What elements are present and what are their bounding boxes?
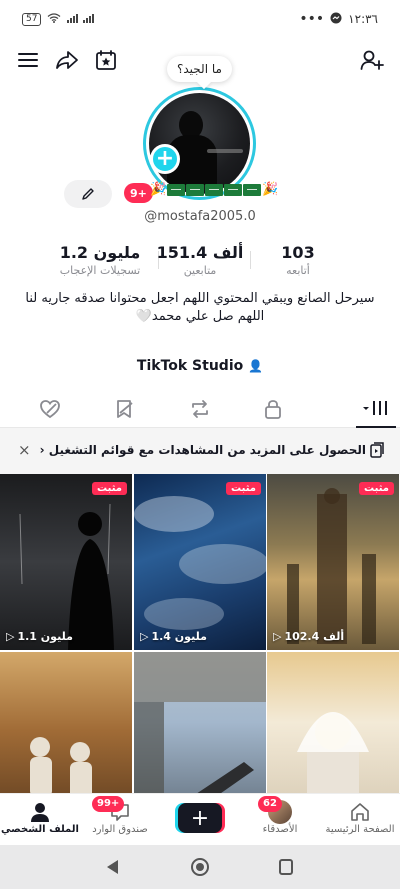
home-icon: [351, 803, 369, 821]
menu-icon[interactable]: [13, 45, 43, 75]
bottom-nav: الصفحة الرئيسية 62 الأصدقاء + 99+ صندوق …: [0, 793, 400, 845]
video-thumbnail[interactable]: مثبت ▷ 1.4 مليون: [134, 474, 266, 650]
view-count: ▷ 102.4 ألف: [273, 630, 345, 643]
flag-icon: [243, 183, 262, 196]
tab-reposts[interactable]: [180, 390, 220, 428]
wifi-icon: [47, 12, 61, 26]
pinned-badge: مثبت: [226, 482, 261, 495]
username: @mostafa2005.0: [144, 209, 256, 224]
recents-icon[interactable]: [278, 858, 294, 880]
emoji-flags: 🎉 🎉: [150, 182, 278, 197]
playlist-banner[interactable]: × الحصول على المزيد من المشاهدات مع قوائ…: [0, 428, 400, 474]
stat-label: متابعين: [183, 264, 217, 277]
home-circle-icon[interactable]: [190, 857, 210, 881]
notification-badge[interactable]: 9+: [124, 183, 153, 203]
repost-icon: [192, 400, 208, 418]
clock: ١٢:٣٦: [348, 12, 378, 26]
add-story-button[interactable]: +: [150, 144, 180, 174]
tiktok-studio-link[interactable]: TikTok Studio 👤: [0, 358, 400, 374]
pencil-icon: [82, 188, 94, 200]
system-nav-bar: [0, 845, 400, 889]
pinned-badge: مثبت: [92, 482, 127, 495]
stat-label: أتابعه: [286, 264, 310, 277]
more-dots-icon: •••: [299, 11, 325, 27]
flag-icon: [186, 183, 205, 196]
add-friend-icon[interactable]: [357, 45, 387, 75]
playlist-icon: [370, 442, 384, 461]
nav-inbox[interactable]: 99+ صندوق الوارد: [80, 796, 160, 835]
nav-label: الصفحة الرئيسية: [325, 824, 395, 835]
status-left: 57: [22, 12, 97, 26]
battery-indicator: 57: [22, 12, 42, 26]
stat-followers[interactable]: 151.4 ألف متابعين: [150, 243, 250, 277]
view-count: ▷ 1.1 مليون: [6, 630, 73, 643]
back-icon[interactable]: [104, 858, 120, 880]
calendar-star-icon[interactable]: [91, 45, 121, 75]
inbox-badge: 99+: [92, 796, 125, 812]
nav-friends[interactable]: 62 الأصدقاء: [240, 796, 320, 835]
stat-label: تسجيلات الإعجاب: [59, 264, 141, 277]
view-count-value: 102.4 ألف: [284, 630, 345, 643]
party-icon: 🎉: [150, 182, 167, 197]
close-icon[interactable]: ×: [18, 441, 31, 459]
banner-text: الحصول على المزيد من المشاهدات مع قوائم …: [39, 443, 366, 457]
tab-private[interactable]: [253, 390, 293, 428]
bio-line: سيرحل الصانع ويبقي المحتوي اللهم اجعل مح…: [25, 291, 375, 306]
nav-home[interactable]: الصفحة الرئيسية: [320, 800, 400, 835]
content-tabs: [0, 390, 400, 428]
view-count-value: 1.4 مليون: [151, 630, 207, 643]
create-button[interactable]: +: [178, 803, 222, 833]
pinned-badge: مثبت: [359, 482, 394, 495]
grid-icon: [363, 401, 387, 415]
tab-videos[interactable]: [356, 390, 396, 428]
flag-icon: [224, 183, 243, 196]
party-icon: 🎉: [262, 182, 279, 197]
status-right: ••• ١٢:٣٦: [299, 11, 378, 27]
stats-row: 1.2 مليون تسجيلات الإعجاب 151.4 ألف متاب…: [0, 243, 400, 283]
lock-icon: [265, 400, 281, 419]
nav-profile[interactable]: الملف الشخصي: [0, 800, 80, 835]
friends-badge: 62: [258, 796, 282, 812]
edit-profile-button[interactable]: [64, 180, 112, 208]
heart-slash-icon: [40, 400, 60, 419]
video-thumbnail[interactable]: مثبت ▷ 102.4 ألف: [267, 474, 399, 650]
bio-line: اللهم صل علي محمد🤍: [135, 309, 265, 324]
status-bar: 57 ••• ١٢:٣٦: [0, 0, 400, 38]
profile-icon: [31, 803, 49, 822]
view-count-value: 1.1 مليون: [17, 630, 73, 643]
nav-label: الأصدقاء: [262, 824, 298, 835]
stat-value: 103: [281, 243, 315, 262]
nav-label: صندوق الوارد: [92, 824, 148, 835]
view-count: ▷ 1.4 مليون: [140, 630, 207, 643]
bookmark-slash-icon: [117, 400, 133, 418]
tab-favorites[interactable]: [105, 390, 145, 428]
stat-value: 1.2 مليون: [59, 243, 141, 262]
flag-icon: [167, 183, 186, 196]
stat-following[interactable]: 103 أتابعه: [258, 243, 338, 277]
flag-icon: [205, 183, 224, 196]
studio-person-icon: 👤: [248, 359, 264, 373]
bio: سيرحل الصانع ويبقي المحتوي اللهم اجعل مح…: [20, 290, 380, 326]
studio-label: TikTok Studio: [136, 358, 244, 374]
signal-icon: [67, 12, 97, 26]
stat-value: 151.4 ألف: [156, 243, 244, 262]
nav-label: الملف الشخصي: [1, 824, 79, 835]
video-thumbnail[interactable]: مثبت ▷ 1.1 مليون: [0, 474, 132, 650]
messenger-icon: [330, 12, 342, 27]
stat-likes[interactable]: 1.2 مليون تسجيلات الإعجاب: [40, 243, 160, 277]
share-icon[interactable]: [52, 45, 82, 75]
status-bubble[interactable]: ما الجيد؟: [167, 56, 232, 82]
tab-liked[interactable]: [30, 390, 70, 428]
